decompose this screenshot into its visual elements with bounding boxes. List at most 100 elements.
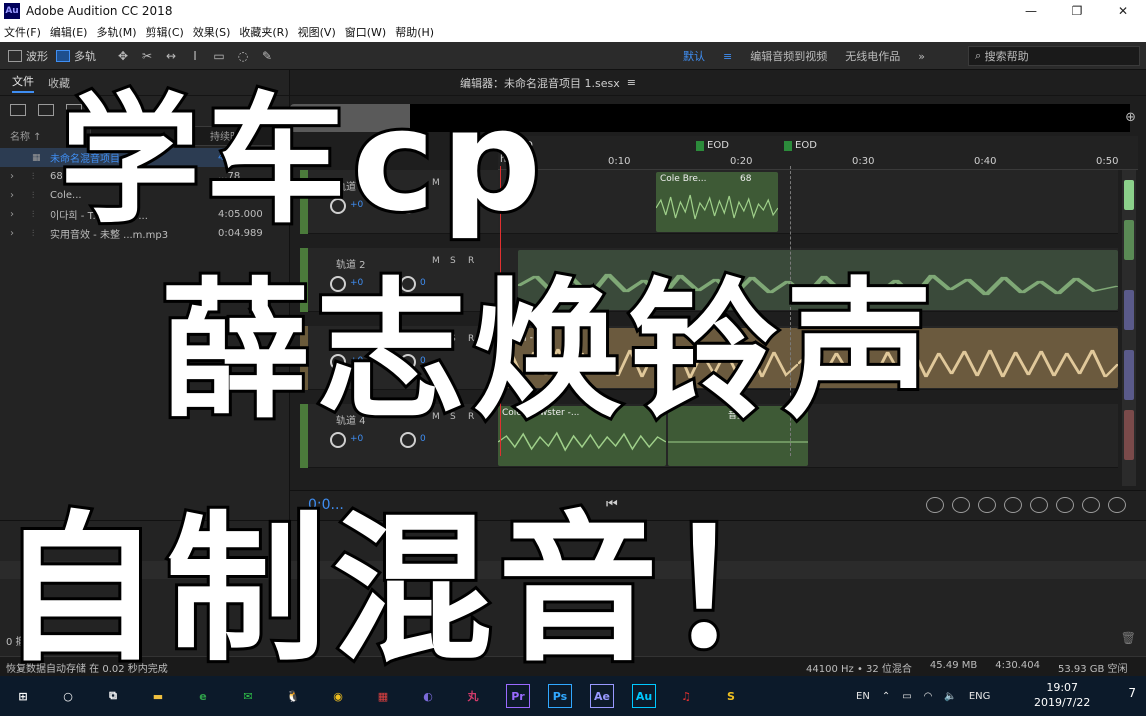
session-overview[interactable] (410, 104, 1130, 132)
track-lane[interactable]: 이다희 - T... ... 보는 ... (498, 326, 1118, 390)
qq-icon[interactable]: 🐧 (278, 680, 308, 712)
twisty-icon[interactable]: › (10, 228, 32, 239)
mute-button[interactable]: M (432, 412, 450, 422)
vertical-scrollbar[interactable] (1122, 170, 1136, 486)
pan-knob[interactable] (400, 198, 416, 214)
file-row[interactable]: › ⫶ 68.m... ...78 (0, 167, 290, 186)
zoom-to-fit-icon[interactable]: ⊕ (1125, 110, 1136, 125)
twisty-icon[interactable]: › (10, 209, 32, 220)
audio-clip[interactable]: ... 보는 ... (798, 328, 1118, 388)
solo-button[interactable]: S (450, 412, 468, 422)
browser-icon[interactable]: e (188, 680, 218, 712)
record-button[interactable]: R (468, 256, 486, 266)
menu-window[interactable]: 窗口(W) (345, 24, 386, 40)
track-header[interactable]: 轨道 2 M S R +0 0 (300, 248, 498, 312)
waveform-mode-button[interactable]: 波形 (8, 48, 48, 64)
pan-value[interactable]: 0 (420, 200, 426, 210)
volume-value[interactable]: +0 (350, 200, 363, 210)
zoom-in-time-icon[interactable] (978, 497, 996, 513)
menu-favorites[interactable]: 收藏夹(R) (239, 24, 288, 40)
tab-favorites[interactable]: 收藏 (48, 75, 70, 91)
minimize-button[interactable]: — (1008, 0, 1054, 22)
pan-value[interactable]: 0 (420, 356, 426, 366)
notification-center-icon[interactable]: 7 (1128, 686, 1136, 700)
audio-clip[interactable]: Cole Brewster -... (498, 406, 666, 466)
file-row[interactable]: ▦ 未命名混音项目 1.s... 4:30.404 (0, 148, 290, 167)
zoom-in-amplitude-icon[interactable] (926, 497, 944, 513)
menu-effects[interactable]: 效果(S) (193, 24, 231, 40)
twisty-icon[interactable]: › (10, 190, 32, 201)
volume-knob[interactable] (330, 276, 346, 292)
mute-button[interactable]: M (432, 178, 450, 188)
start-icon[interactable]: ⊞ (8, 680, 38, 712)
track-header[interactable]: 轨道 3 M S R +0 0 (300, 326, 498, 390)
premiere-icon[interactable]: Pr (506, 684, 530, 708)
workspace-menu-icon[interactable]: ≡ (723, 50, 732, 63)
zoom-out-amplitude-icon[interactable] (952, 497, 970, 513)
slip-tool-icon[interactable]: ↔ (162, 47, 180, 65)
razor-tool-icon[interactable]: ✂ (138, 47, 156, 65)
time-select-tool-icon[interactable]: I (186, 47, 204, 65)
clock[interactable]: 19:07 2019/7/22 (1034, 680, 1090, 710)
language-indicator[interactable]: ENG (969, 691, 991, 702)
file-row[interactable]: › ⫶ 实用音效 - 未整 ...m.mp3 0:04.989 (0, 224, 290, 243)
ime-indicator[interactable]: EN (856, 691, 870, 702)
track-name[interactable]: 轨道 2 (336, 256, 366, 271)
audition-icon[interactable]: Au (632, 684, 656, 708)
pan-value[interactable]: 0 (420, 278, 426, 288)
volume-value[interactable]: +0 (350, 356, 363, 366)
marquee-tool-icon[interactable]: ▭ (210, 47, 228, 65)
workspace-more-icon[interactable]: » (918, 50, 925, 63)
photoshop-icon[interactable]: Ps (548, 684, 572, 708)
workspace-radio-production[interactable]: 无线电作品 (845, 48, 900, 64)
menu-edit[interactable]: 编辑(E) (50, 24, 88, 40)
menu-clip[interactable]: 剪辑(C) (146, 24, 184, 40)
audio-clip[interactable] (518, 250, 1118, 310)
restore-button[interactable]: ❐ (1054, 0, 1100, 22)
solo-button[interactable]: S (450, 256, 468, 266)
volume-knob[interactable] (330, 198, 346, 214)
audio-clip[interactable]: 이다희 - T... (498, 328, 798, 388)
task-view-icon[interactable]: ⧉ (98, 680, 128, 712)
track-header[interactable]: 轨道 1 M S R +0 0 (300, 170, 498, 234)
zoom-in-point-icon[interactable] (1082, 497, 1100, 513)
workspace-default[interactable]: 默认 (683, 48, 705, 64)
editor-tab[interactable]: 编辑器：未命名混音项目 1.sesx ≡ (290, 70, 1146, 96)
menu-file[interactable]: 文件(F) (4, 24, 41, 40)
wan-icon[interactable]: 丸 (458, 680, 488, 712)
office-icon[interactable]: ▦ (368, 680, 398, 712)
trash-icon[interactable]: 🗑 (1121, 631, 1136, 645)
track-lane[interactable]: Cole Bre... 68 (498, 170, 1118, 234)
mute-button[interactable]: M (432, 256, 450, 266)
pan-knob[interactable] (400, 354, 416, 370)
go-to-start-icon[interactable]: ⏮ (606, 497, 618, 512)
file-explorer-icon[interactable]: ▬ (143, 680, 173, 712)
volume-icon[interactable]: 🔈 (944, 691, 956, 702)
volume-value[interactable]: +0 (350, 278, 363, 288)
mute-button[interactable]: M (432, 334, 450, 344)
sogou-icon[interactable]: S (716, 680, 746, 712)
open-folder-icon[interactable] (10, 104, 26, 116)
record-button[interactable]: R (468, 334, 486, 344)
workspace-edit-audio-to-video[interactable]: 编辑音频到视频 (750, 48, 827, 64)
zoom-out-time-icon[interactable] (1004, 497, 1022, 513)
current-time[interactable]: 0:0... (308, 497, 344, 513)
new-file-icon[interactable] (66, 104, 82, 116)
eod-marker[interactable]: EOD (500, 140, 533, 151)
battery-icon[interactable]: ▭ (902, 691, 911, 702)
lasso-tool-icon[interactable]: ◌ (234, 47, 252, 65)
pan-value[interactable]: 0 (420, 434, 426, 444)
pan-knob[interactable] (400, 432, 416, 448)
zoom-full-icon[interactable] (1030, 497, 1048, 513)
audio-clip[interactable]: Cole Bre... 68 (656, 172, 778, 232)
multitrack-mode-button[interactable]: 多轨 (56, 48, 96, 64)
record-button[interactable]: R (468, 178, 486, 188)
volume-knob[interactable] (330, 432, 346, 448)
volume-value[interactable]: +0 (350, 434, 363, 444)
file-row[interactable]: › ⫶ Cole... 4:26.622 (0, 186, 290, 205)
history-row[interactable] (0, 561, 1146, 579)
netease-music-icon[interactable]: ♫ (671, 680, 701, 712)
brush-tool-icon[interactable]: ✎ (258, 47, 276, 65)
track-name[interactable]: 轨道 4 (336, 412, 366, 427)
after-effects-icon[interactable]: Ae (590, 684, 614, 708)
